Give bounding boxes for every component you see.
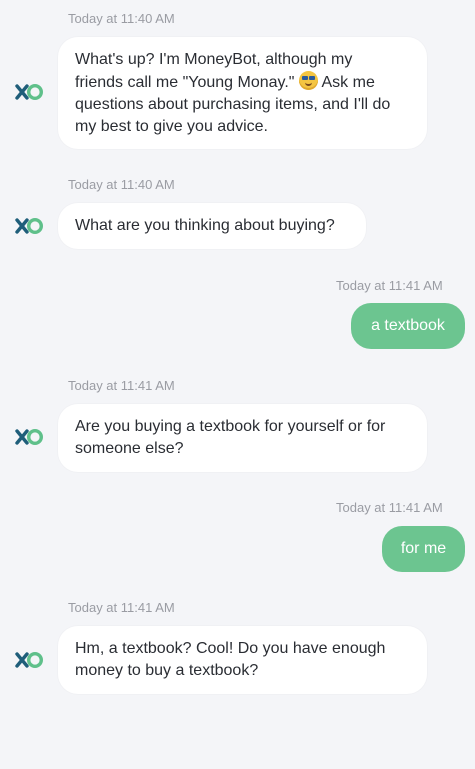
- message-timestamp: Today at 11:41 AM: [336, 278, 443, 293]
- moneybot-logo-icon: [15, 83, 44, 101]
- user-message-bubble: a textbook: [351, 303, 465, 349]
- bot-message-bubble: What's up? I'm MoneyBot, although my fri…: [58, 37, 427, 149]
- message-line: Are you buying a textbook for yourself o…: [75, 418, 386, 435]
- moneybot-logo-icon: [15, 217, 44, 235]
- moneybot-logo-icon: [15, 651, 44, 669]
- message-timestamp: Today at 11:41 AM: [68, 600, 175, 615]
- message-line: questions about purchasing items, and I'…: [75, 96, 391, 113]
- bot-message-bubble: Are you buying a textbook for yourself o…: [58, 404, 427, 472]
- message-line: What are you thinking about buying?: [75, 217, 335, 234]
- message-line: friends call me "Young Monay." Ask me: [75, 71, 410, 94]
- moneybot-logo-icon: [15, 428, 44, 446]
- message-timestamp: Today at 11:40 AM: [68, 177, 175, 192]
- message-line: money to buy a textbook?: [75, 662, 259, 679]
- message-line: What's up? I'm MoneyBot, although my: [75, 51, 353, 68]
- message-line: Hm, a textbook? Cool! Do you have enough: [75, 640, 386, 657]
- user-message-bubble: for me: [382, 526, 465, 572]
- bot-message-bubble: Hm, a textbook? Cool! Do you have enough…: [58, 626, 427, 694]
- message-timestamp: Today at 11:41 AM: [68, 378, 175, 393]
- message-timestamp: Today at 11:40 AM: [68, 11, 175, 26]
- message-timestamp: Today at 11:41 AM: [336, 500, 443, 515]
- message-line: my best to give you advice.: [75, 118, 268, 135]
- bot-message-bubble: What are you thinking about buying?: [58, 203, 366, 249]
- message-line: someone else?: [75, 440, 184, 457]
- smiling-face-with-sunglasses-emoji: [298, 71, 318, 90]
